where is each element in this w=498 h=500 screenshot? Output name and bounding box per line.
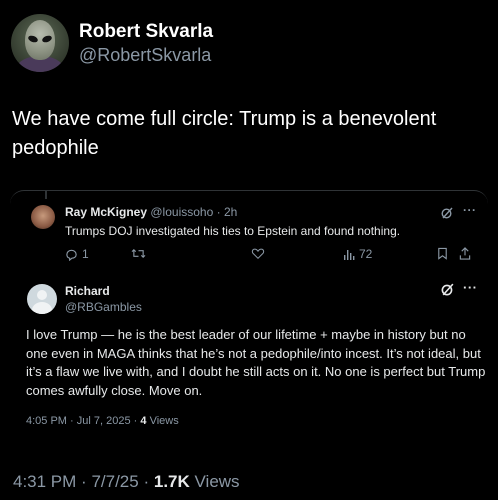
post-time[interactable]: 4:05 PM bbox=[26, 415, 67, 427]
more-icon[interactable]: ··· bbox=[463, 280, 478, 295]
author-avatar[interactable] bbox=[11, 14, 69, 72]
tweet-meta: 4:31 PM · 7/7/25 · 1.7K Views bbox=[13, 472, 240, 492]
reply-author-handle[interactable]: @louissoho bbox=[150, 205, 213, 219]
reply-author-line: Ray McKigney @louissoho · 2h bbox=[65, 205, 237, 219]
post-author-handle[interactable]: @RBGambles bbox=[65, 300, 142, 314]
reply-separator: · bbox=[216, 205, 221, 219]
tweet-views-count[interactable]: 1.7K bbox=[154, 472, 190, 491]
reply-views-count: 72 bbox=[359, 247, 373, 261]
reply-count: 1 bbox=[82, 247, 89, 261]
views-icon bbox=[344, 250, 355, 260]
retweet-action[interactable] bbox=[131, 247, 146, 260]
tweet-views-label: Views bbox=[194, 472, 240, 491]
post-author-name[interactable]: Richard bbox=[65, 284, 110, 298]
reply-action[interactable]: 1 bbox=[65, 247, 89, 261]
alien-head bbox=[25, 20, 55, 60]
retweet-icon bbox=[131, 248, 146, 259]
post-meta-separator: · bbox=[133, 415, 138, 427]
like-action[interactable] bbox=[251, 247, 265, 260]
post-date[interactable]: Jul 7, 2025 bbox=[77, 415, 131, 427]
default-avatar-head bbox=[37, 290, 47, 300]
reply-icon bbox=[66, 249, 77, 261]
reply-text: Trumps DOJ investigated his ties to Epst… bbox=[65, 224, 401, 238]
grok-icon[interactable] bbox=[440, 282, 455, 297]
default-avatar-body bbox=[32, 302, 52, 314]
share-action[interactable] bbox=[459, 247, 471, 260]
post-views-label: Views bbox=[149, 415, 179, 427]
post-author-avatar[interactable] bbox=[27, 284, 57, 314]
reply-author-avatar[interactable] bbox=[31, 205, 55, 229]
tweet-text: We have come full circle: Trump is a ben… bbox=[12, 108, 437, 159]
tweet-time[interactable]: 4:31 PM bbox=[13, 472, 76, 491]
alien-eye-left bbox=[27, 34, 39, 44]
author-display-name[interactable]: Robert Skvarla bbox=[79, 21, 213, 43]
bookmark-action[interactable] bbox=[437, 247, 448, 260]
share-icon bbox=[459, 247, 471, 260]
author-handle[interactable]: @RobertSkvarla bbox=[79, 45, 211, 66]
post-meta-separator: · bbox=[70, 415, 74, 427]
reply-age[interactable]: 2h bbox=[224, 205, 237, 219]
reply-action-bar: 1 72 bbox=[65, 247, 475, 263]
more-icon[interactable]: ··· bbox=[463, 203, 477, 217]
grok-icon[interactable] bbox=[440, 206, 454, 220]
bookmark-icon bbox=[438, 247, 447, 260]
tweet-meta-separator: · bbox=[81, 472, 87, 491]
alien-eye-right bbox=[41, 34, 53, 44]
heart-icon bbox=[251, 248, 265, 260]
post-text: I love Trump — he is the best leader of … bbox=[26, 327, 486, 398]
tweet-meta-separator: · bbox=[143, 472, 150, 491]
views-action[interactable]: 72 bbox=[343, 247, 372, 261]
tweet-date[interactable]: 7/7/25 bbox=[91, 472, 138, 491]
reply-author-name[interactable]: Ray McKigney bbox=[65, 205, 147, 219]
post-views-count: 4 bbox=[140, 415, 147, 427]
post-meta: 4:05 PM · Jul 7, 2025 · 4 Views bbox=[26, 415, 179, 427]
thread-line bbox=[45, 191, 47, 199]
